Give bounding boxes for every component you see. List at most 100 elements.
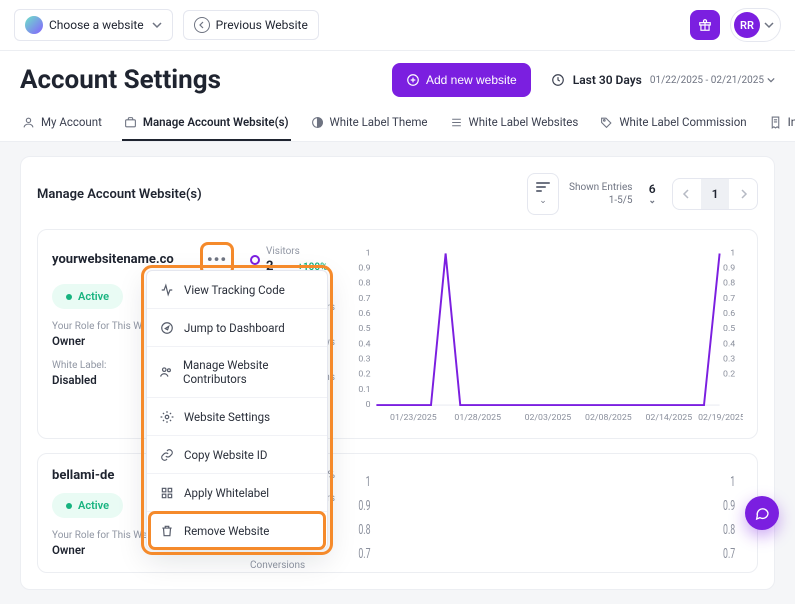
- page-header: Account Settings Add new website Last 30…: [0, 51, 795, 107]
- link-icon: [159, 447, 174, 462]
- users-icon: [159, 365, 173, 380]
- chevron-down-icon: ⌄: [539, 196, 547, 206]
- tab-manage-websites-label: Manage Account Website(s): [143, 115, 289, 129]
- receipt-icon: [769, 116, 782, 129]
- tab-invoices[interactable]: Invoices: [767, 107, 795, 141]
- svg-text:0.4: 0.4: [723, 339, 735, 349]
- websites-panel: Manage Account Website(s) ⌄ Shown Entrie…: [20, 156, 775, 590]
- add-website-button[interactable]: Add new website: [392, 63, 531, 97]
- svg-text:1: 1: [730, 248, 735, 258]
- chevron-down-icon: [152, 20, 162, 30]
- page-size-value: 6: [649, 182, 656, 196]
- menu-copy-id[interactable]: Copy Website ID: [147, 435, 327, 473]
- chevron-down-icon: [767, 76, 775, 84]
- menu-apply-whitelabel[interactable]: Apply Whitelabel: [147, 473, 327, 511]
- website-name: bellami-de: [52, 468, 114, 483]
- series-marker-icon: [250, 255, 260, 265]
- page-prev[interactable]: [673, 179, 701, 209]
- svg-text:0.4: 0.4: [358, 339, 370, 349]
- website-picker[interactable]: Choose a website: [14, 9, 173, 41]
- status-badge: Active: [52, 284, 123, 309]
- date-range-value: 01/22/2025 - 02/21/2025: [650, 75, 764, 86]
- svg-text:0: 0: [366, 400, 371, 410]
- tab-invoices-label: Invoices: [788, 115, 795, 129]
- compass-icon: [159, 320, 174, 335]
- clock-icon: [551, 73, 565, 87]
- tab-manage-websites[interactable]: Manage Account Website(s): [122, 107, 291, 141]
- plus-circle-icon: [406, 73, 420, 87]
- entries-label: Shown Entries: [569, 181, 632, 194]
- contrast-icon: [311, 116, 324, 129]
- settings-tabs: My Account Manage Account Website(s) Whi…: [0, 107, 795, 142]
- gift-icon: [698, 18, 712, 32]
- svg-text:0.1: 0.1: [358, 385, 370, 395]
- tab-my-account-label: My Account: [41, 115, 102, 129]
- svg-text:1: 1: [366, 248, 371, 258]
- svg-text:02/14/2025: 02/14/2025: [646, 413, 693, 423]
- date-range-label: Last 30 Days: [573, 73, 642, 87]
- menu-contributors[interactable]: Manage Website Contributors: [147, 346, 327, 397]
- menu-website-settings-label: Website Settings: [184, 410, 270, 424]
- svg-text:0.6: 0.6: [723, 309, 735, 319]
- menu-jump-dashboard[interactable]: Jump to Dashboard: [147, 308, 327, 346]
- menu-jump-dashboard-label: Jump to Dashboard: [184, 321, 285, 335]
- panel-title: Manage Account Website(s): [37, 187, 202, 202]
- page-next[interactable]: [729, 179, 757, 209]
- filter-button[interactable]: ⌄: [527, 173, 559, 215]
- entries-range: 1-5/5: [569, 194, 632, 207]
- sliders-icon: [536, 182, 550, 194]
- activity-icon: [159, 282, 174, 297]
- tab-white-label-websites[interactable]: White Label Websites: [448, 107, 581, 141]
- list-icon: [450, 116, 463, 129]
- menu-remove-website-label: Remove Website: [184, 524, 269, 538]
- svg-text:0.7: 0.7: [358, 545, 370, 562]
- svg-text:0.8: 0.8: [723, 279, 735, 289]
- briefcase-icon: [124, 116, 137, 129]
- website-actions-menu: View Tracking Code Jump to Dashboard Man…: [146, 270, 328, 550]
- tab-white-label-commission[interactable]: White Label Commission: [598, 107, 748, 141]
- svg-text:0.2: 0.2: [723, 370, 735, 380]
- grid-icon: [159, 485, 174, 500]
- date-range-picker[interactable]: Last 30 Days 01/22/2025 - 02/21/2025: [551, 73, 775, 87]
- website-card: yourwebsitename.co ••• Active Your Role …: [37, 229, 758, 439]
- svg-text:1: 1: [366, 473, 371, 490]
- tab-wl-websites-label: White Label Websites: [469, 115, 579, 129]
- menu-apply-whitelabel-label: Apply Whitelabel: [184, 486, 269, 500]
- page-current[interactable]: 1: [701, 179, 729, 209]
- svg-text:02/19/2025: 02/19/2025: [698, 413, 743, 423]
- svg-text:0.8: 0.8: [723, 521, 735, 538]
- status-text: Active: [78, 290, 109, 303]
- status-dot-icon: [66, 503, 72, 509]
- user-icon: [22, 116, 35, 129]
- svg-text:0.9: 0.9: [358, 497, 370, 514]
- svg-text:02/08/2025: 02/08/2025: [585, 413, 632, 423]
- visitors-chart: 1 0.9 0.8 0.7 0.6 0.5 0.4 0.3 0.2 0.1 0 …: [353, 244, 743, 424]
- svg-text:02/03/2025: 02/03/2025: [525, 413, 572, 423]
- menu-view-tracking[interactable]: View Tracking Code: [147, 271, 327, 308]
- svg-text:01/28/2025: 01/28/2025: [454, 413, 501, 423]
- svg-text:0.7: 0.7: [723, 545, 735, 562]
- gift-button[interactable]: [690, 10, 720, 40]
- tab-white-label-theme[interactable]: White Label Theme: [309, 107, 430, 141]
- avatar: RR: [734, 12, 760, 38]
- content-area: Manage Account Website(s) ⌄ Shown Entrie…: [0, 142, 795, 604]
- gear-icon: [159, 409, 174, 424]
- tab-wl-theme-label: White Label Theme: [330, 115, 428, 129]
- more-horizontal-icon: •••: [207, 250, 227, 269]
- menu-website-settings[interactable]: Website Settings: [147, 397, 327, 435]
- website-name: yourwebsitename.co: [52, 252, 174, 267]
- page-size-select[interactable]: 6 ⌄: [642, 182, 662, 206]
- arrow-left-circle-icon: [194, 17, 210, 33]
- pagination: 1: [672, 178, 758, 210]
- menu-remove-website[interactable]: Remove Website: [147, 511, 327, 549]
- svg-text:0.9: 0.9: [723, 264, 735, 274]
- user-menu[interactable]: RR: [730, 8, 781, 42]
- tab-my-account[interactable]: My Account: [20, 107, 104, 141]
- menu-copy-id-label: Copy Website ID: [184, 448, 267, 462]
- svg-text:0.7: 0.7: [723, 294, 735, 304]
- menu-contributors-label: Manage Website Contributors: [183, 358, 315, 386]
- svg-text:0.9: 0.9: [358, 264, 370, 274]
- chat-support-button[interactable]: [745, 496, 779, 530]
- previous-website-button[interactable]: Previous Website: [183, 10, 319, 40]
- svg-text:0.3: 0.3: [723, 355, 735, 365]
